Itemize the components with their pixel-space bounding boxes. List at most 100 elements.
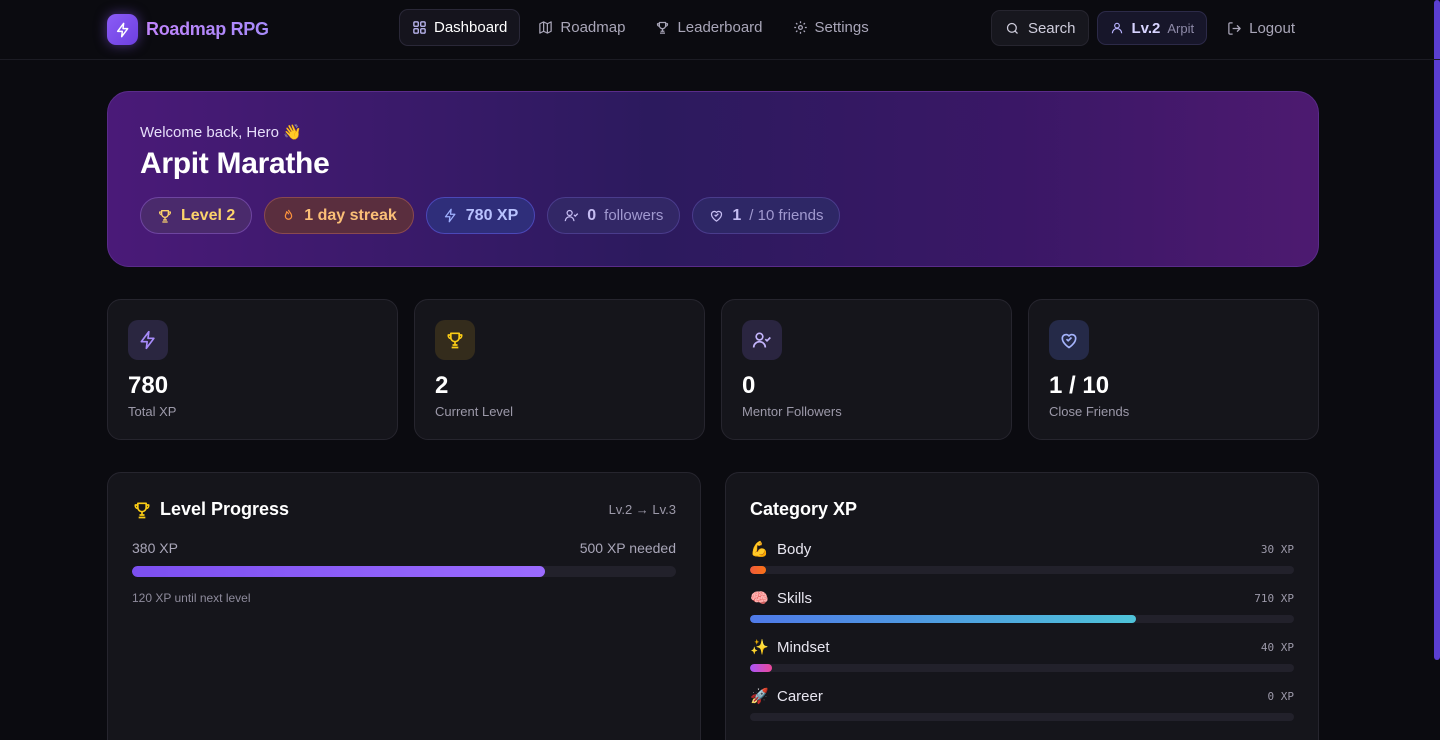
- category-bar-fill: [750, 615, 1137, 623]
- search-icon: [1006, 22, 1018, 34]
- nav-leaderboard-label: Leaderboard: [677, 19, 763, 36]
- category-emoji: 💪: [750, 541, 769, 558]
- category-label: Mindset: [777, 638, 830, 656]
- xp-badge: 780 XP: [425, 197, 536, 234]
- hero-name: Arpit Marathe: [140, 147, 330, 180]
- scrollbar[interactable]: [1434, 0, 1440, 660]
- nav-settings-label: Settings: [814, 19, 869, 36]
- stat-card-friends: 1 / 10 Close Friends: [1028, 299, 1319, 440]
- category-emoji: ✨: [750, 639, 769, 656]
- logout-label: Logout: [1249, 19, 1295, 37]
- friends-count: 1: [732, 206, 742, 224]
- category-row: ✨ Mindset 40 XP: [750, 638, 1294, 672]
- friends-label: / 10 friends: [749, 207, 824, 224]
- user-level: Lv.2: [1131, 19, 1161, 37]
- nav-settings[interactable]: Settings: [781, 9, 881, 46]
- category-row: 🚀 Career 0 XP: [750, 687, 1294, 721]
- nav-roadmap-label: Roadmap: [560, 19, 626, 36]
- hero-badges: Level 2 1 day streak 780 XP 0 followers …: [140, 197, 1286, 234]
- level-range: Lv.2 → Lv.3: [608, 502, 676, 517]
- logout-button[interactable]: Logout: [1215, 20, 1307, 37]
- trophy-icon: [657, 21, 669, 34]
- user-chip[interactable]: Lv.2 Arpit: [1097, 11, 1208, 45]
- followers-badge[interactable]: 0 followers: [547, 197, 681, 234]
- stat-label: Total XP: [128, 404, 177, 419]
- category-xp-value: 40 XP: [1260, 640, 1294, 654]
- current-xp: 380 XP: [132, 540, 178, 556]
- category-name: 💪 Body: [750, 540, 812, 559]
- category-bar: [750, 664, 1294, 672]
- trophy-icon: [134, 502, 150, 518]
- stat-cards: 780 Total XP 2 Current Level 0 Mentor Fo…: [107, 299, 1319, 440]
- grid-icon: [413, 21, 426, 34]
- category-emoji: 🚀: [750, 688, 769, 705]
- panel-title: Category XP: [750, 499, 857, 520]
- stat-value: 1 / 10: [1049, 372, 1110, 399]
- category-row: 💪 Body 30 XP: [750, 540, 1294, 574]
- level-badge-text: Level 2: [181, 206, 236, 224]
- followers-count: 0: [587, 206, 597, 224]
- followers-label: followers: [604, 207, 664, 224]
- trophy-icon: [435, 320, 475, 360]
- stat-value: 0: [742, 372, 756, 399]
- nav-dashboard[interactable]: Dashboard: [399, 9, 521, 46]
- category-xp-panel: Category XP 💪 Body 30 XP 🧠 Skills 710 XP ✨ Mind…: [725, 472, 1319, 740]
- category-label: Skills: [777, 589, 813, 607]
- level-progress-bar: [132, 566, 676, 577]
- flame-icon: [285, 209, 293, 220]
- category-bar-fill: [750, 664, 772, 672]
- category-emoji: 🧠: [750, 590, 769, 607]
- brand[interactable]: Roadmap RPG: [107, 14, 269, 45]
- xp-until-next: 120 XP until next level: [132, 591, 251, 605]
- stat-label: Close Friends: [1049, 404, 1130, 419]
- stat-label: Mentor Followers: [742, 404, 842, 419]
- heart-handshake-icon: [1049, 320, 1089, 360]
- category-bar: [750, 615, 1294, 623]
- stat-label: Current Level: [435, 404, 514, 419]
- stat-card-level: 2 Current Level: [414, 299, 705, 440]
- category-name: 🚀 Career: [750, 687, 823, 706]
- category-name: 🧠 Skills: [750, 589, 813, 608]
- category-bar-fill: [750, 566, 767, 574]
- level-progress-title: Level Progress: [160, 499, 290, 519]
- level-progress-panel: Level Progress Lv.2 → Lv.3 380 XP 500 XP…: [107, 472, 701, 740]
- heart-handshake-icon: [711, 210, 723, 222]
- streak-badge: 1 day streak: [264, 197, 414, 234]
- nav-dashboard-label: Dashboard: [434, 19, 508, 36]
- trophy-icon: [159, 209, 171, 223]
- stat-value: 2: [435, 372, 449, 399]
- logout-icon: [1228, 21, 1241, 35]
- welcome-text: Welcome back, Hero 👋: [140, 124, 302, 141]
- user-name: Arpit: [1167, 20, 1195, 36]
- category-xp-title: Category XP: [750, 499, 858, 519]
- category-bar: [750, 566, 1294, 574]
- user-check-icon: [742, 320, 782, 360]
- gear-icon: [793, 21, 807, 34]
- category-bar: [750, 713, 1294, 721]
- nav-leaderboard[interactable]: Leaderboard: [643, 9, 774, 46]
- category-name: ✨ Mindset: [750, 638, 830, 657]
- brand-name: Roadmap RPG: [146, 19, 269, 39]
- stat-card-total-xp: 780 Total XP: [107, 299, 398, 440]
- needed-xp: 500 XP needed: [579, 540, 676, 556]
- user-check-icon: [564, 209, 579, 222]
- xp-badge-text: 780 XP: [465, 206, 519, 224]
- nav-roadmap[interactable]: Roadmap: [526, 9, 637, 46]
- streak-badge-text: 1 day streak: [304, 206, 397, 224]
- friends-badge[interactable]: 1 / 10 friends: [692, 197, 841, 234]
- search-button[interactable]: Search: [990, 10, 1090, 46]
- map-icon: [539, 21, 553, 34]
- nav-links: Dashboard Roadmap Leaderboard Settings: [399, 9, 887, 46]
- hero-banner: Welcome back, Hero 👋 Arpit Marathe Level…: [107, 91, 1319, 267]
- search-label: Search: [1027, 19, 1076, 37]
- level-badge: Level 2: [140, 197, 253, 234]
- bolt-icon: [128, 320, 168, 360]
- category-row: 🧠 Skills 710 XP: [750, 589, 1294, 623]
- bolt-icon: [444, 208, 456, 223]
- nav-right: Search Lv.2 Arpit Logout: [990, 10, 1307, 46]
- user-icon: [1112, 22, 1123, 34]
- stat-value: 780: [128, 372, 169, 399]
- category-xp-value: 30 XP: [1260, 542, 1294, 556]
- category-label: Body: [777, 540, 812, 558]
- stat-card-followers: 0 Mentor Followers: [721, 299, 1012, 440]
